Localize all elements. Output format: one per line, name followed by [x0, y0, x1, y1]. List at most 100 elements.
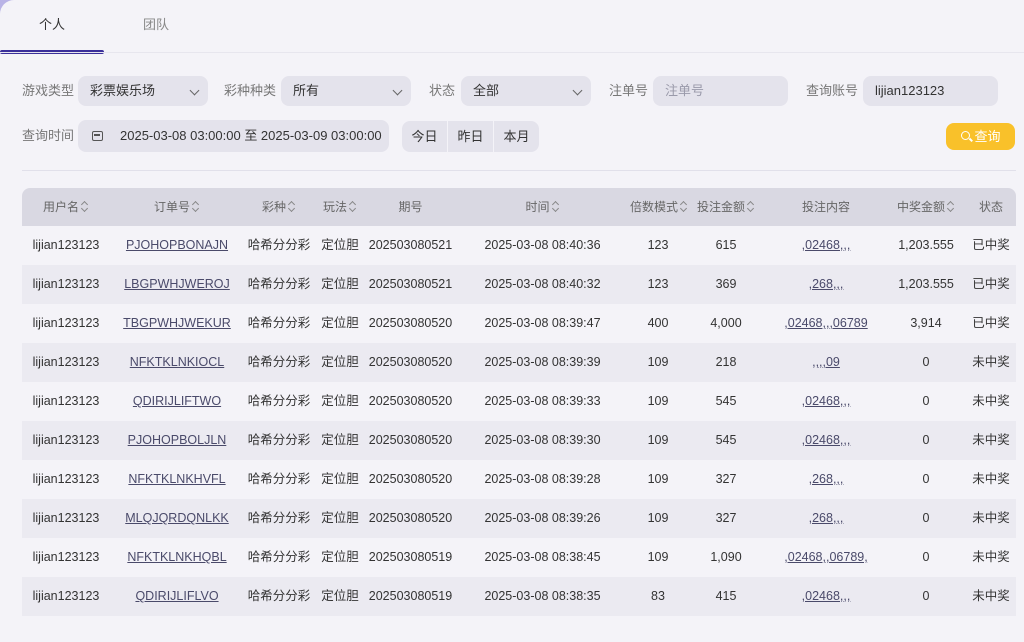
- cell-bet-content[interactable]: ,268,,,: [766, 460, 886, 499]
- sort-icon[interactable]: [947, 202, 955, 212]
- cell-play: 定位胆: [321, 277, 359, 291]
- header-bet-amount[interactable]: 投注金额: [686, 188, 766, 226]
- cell-lottery: 哈希分分彩: [247, 550, 311, 564]
- cell-issue: 202503080519: [368, 550, 453, 564]
- cell-multiplier: 109: [647, 550, 669, 564]
- cell-play: 定位胆: [321, 433, 359, 447]
- cell-order-no[interactable]: PJOHOPBOLJLN: [110, 421, 244, 460]
- cell-order-no[interactable]: MLQJQRDQNLKK: [110, 499, 244, 538]
- cell-win-amount: 0: [922, 433, 930, 447]
- quick-range-today[interactable]: 今日: [402, 121, 448, 152]
- cell-status: 已中奖: [972, 277, 1010, 291]
- table-header: 用户名 订单号 彩种 玩法 期号 时间 倍数模式 投注金额 投注内容 中奖金额 …: [22, 188, 1016, 226]
- sort-icon[interactable]: [349, 202, 357, 212]
- cell-username: lijian123123: [32, 511, 100, 525]
- cell-bet-content[interactable]: ,,,,09: [766, 343, 886, 382]
- cell-status: 未中奖: [972, 433, 1010, 447]
- cell-bet-content[interactable]: ,02468,,,06789: [766, 304, 886, 343]
- cell-bet-amount: 1,090: [710, 550, 742, 564]
- cell-username: lijian123123: [32, 550, 100, 564]
- cell-username: lijian123123: [32, 394, 100, 408]
- lottery-kind-value: 所有: [293, 83, 320, 98]
- table-row: lijian123123 QDIRIJLIFTWO 哈希分分彩 定位胆 20250308…: [22, 382, 1016, 421]
- account-label: 查询账号: [806, 83, 859, 98]
- cell-lottery: 哈希分分彩: [247, 394, 311, 408]
- cell-bet-content[interactable]: ,268,,,: [766, 499, 886, 538]
- cell-bet-amount: 545: [715, 394, 737, 408]
- cell-order-no[interactable]: PJOHOPBONAJN: [110, 226, 244, 265]
- header-multiplier[interactable]: 倍数模式: [630, 188, 686, 226]
- cell-win-amount: 0: [922, 355, 930, 369]
- main-panel: 个人 团队 游戏类型 彩票娱乐场 彩种种类 所有 状态 全部 注单号 注单号 查…: [0, 0, 1024, 642]
- bet-records-table: 用户名 订单号 彩种 玩法 期号 时间 倍数模式 投注金额 投注内容 中奖金额 …: [22, 188, 1016, 616]
- sort-icon[interactable]: [288, 202, 296, 212]
- tab-team[interactable]: 团队: [104, 0, 208, 54]
- sort-icon[interactable]: [747, 202, 755, 212]
- order-no-input[interactable]: 注单号: [653, 76, 788, 106]
- cell-order-no[interactable]: TBGPWHJWEKUR: [110, 304, 244, 343]
- tab-personal[interactable]: 个人: [0, 0, 104, 54]
- cell-multiplier: 109: [647, 433, 669, 447]
- cell-play: 定位胆: [321, 550, 359, 564]
- cell-play: 定位胆: [321, 355, 359, 369]
- cell-lottery: 哈希分分彩: [247, 433, 311, 447]
- cell-order-no[interactable]: NFKTKLNKIOCL: [110, 343, 244, 382]
- cell-order-no[interactable]: QDIRIJLIFLVO: [110, 577, 244, 616]
- cell-bet-content[interactable]: ,02468,,,: [766, 421, 886, 460]
- cell-bet-amount: 615: [715, 238, 737, 252]
- game-type-select[interactable]: 彩票娱乐场: [78, 76, 208, 106]
- game-type-value: 彩票娱乐场: [90, 83, 156, 98]
- cell-username: lijian123123: [32, 238, 100, 252]
- chevron-down-icon: [572, 85, 583, 96]
- cell-lottery: 哈希分分彩: [247, 355, 311, 369]
- account-input[interactable]: lijian123123: [863, 76, 998, 106]
- cell-win-amount: 0: [922, 511, 930, 525]
- cell-bet-amount: 369: [715, 277, 737, 291]
- cell-bet-content[interactable]: ,02468,,,: [766, 226, 886, 265]
- cell-bet-amount: 415: [715, 589, 737, 603]
- header-username[interactable]: 用户名: [22, 188, 110, 226]
- cell-status: 未中奖: [972, 472, 1010, 486]
- cell-status: 未中奖: [972, 511, 1010, 525]
- cell-lottery: 哈希分分彩: [247, 277, 311, 291]
- header-issue: 期号: [398, 200, 423, 214]
- cell-bet-content[interactable]: ,02468,,,: [766, 382, 886, 421]
- search-icon: [961, 131, 970, 140]
- cell-play: 定位胆: [321, 238, 359, 252]
- table-row: lijian123123 NFKTKLNKHVFL 哈希分分彩 定位胆 20250308…: [22, 460, 1016, 499]
- query-button[interactable]: 查询: [946, 123, 1015, 150]
- cell-win-amount: 1,203.555: [898, 277, 954, 291]
- cell-play: 定位胆: [321, 589, 359, 603]
- chevron-down-icon: [392, 85, 403, 96]
- sort-icon[interactable]: [81, 202, 89, 212]
- cell-bet-content[interactable]: ,268,,,: [766, 265, 886, 304]
- quick-range-group: 今日 昨日 本月: [402, 121, 539, 152]
- cell-play: 定位胆: [321, 316, 359, 330]
- cell-order-no[interactable]: NFKTKLNKHVFL: [110, 460, 244, 499]
- sort-icon[interactable]: [680, 202, 688, 212]
- lottery-kind-select[interactable]: 所有: [281, 76, 411, 106]
- cell-bet-content[interactable]: ,02468,,,: [766, 577, 886, 616]
- table-row: lijian123123 LBGPWHJWEROJ 哈希分分彩 定位胆 20250308…: [22, 265, 1016, 304]
- header-win-amount[interactable]: 中奖金额: [886, 188, 966, 226]
- cell-issue: 202503080520: [368, 394, 453, 408]
- cell-multiplier: 400: [647, 316, 669, 330]
- cell-order-no[interactable]: QDIRIJLIFTWO: [110, 382, 244, 421]
- header-order-no[interactable]: 订单号: [110, 188, 244, 226]
- cell-time: 2025-03-08 08:39:28: [484, 472, 601, 486]
- cell-order-no[interactable]: NFKTKLNKHQBL: [110, 538, 244, 577]
- date-range-picker[interactable]: 2025-03-08 03:00:00 至 2025-03-09 03:00:0…: [78, 120, 389, 152]
- header-time[interactable]: 时间: [455, 188, 630, 226]
- status-select[interactable]: 全部: [461, 76, 591, 106]
- cell-order-no[interactable]: LBGPWHJWEROJ: [110, 265, 244, 304]
- time-label: 查询时间: [22, 128, 75, 143]
- quick-range-yesterday[interactable]: 昨日: [448, 121, 494, 152]
- sort-icon[interactable]: [192, 202, 200, 212]
- header-lottery[interactable]: 彩种: [244, 188, 314, 226]
- cell-play: 定位胆: [321, 394, 359, 408]
- header-play[interactable]: 玩法: [314, 188, 366, 226]
- quick-range-month[interactable]: 本月: [494, 121, 539, 152]
- cell-lottery: 哈希分分彩: [247, 316, 311, 330]
- cell-bet-content[interactable]: ,02468,,06789,: [766, 538, 886, 577]
- sort-icon[interactable]: [552, 202, 560, 212]
